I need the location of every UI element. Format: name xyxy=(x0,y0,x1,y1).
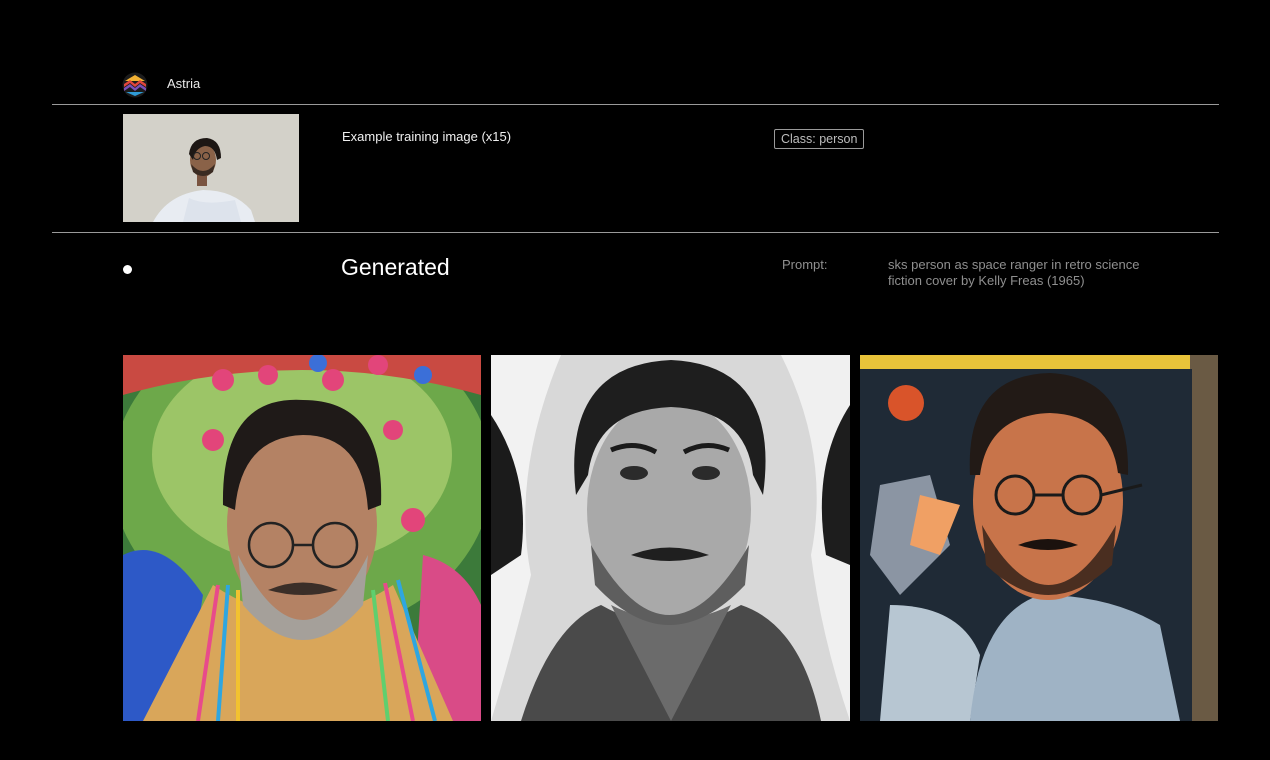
bullet-icon xyxy=(123,265,132,274)
prompt-label: Prompt: xyxy=(782,257,828,272)
class-badge: Class: person xyxy=(774,129,865,149)
generated-title: Generated xyxy=(341,254,450,280)
training-image-label: Example training image (x15) xyxy=(342,129,512,144)
training-image-thumbnail[interactable] xyxy=(123,114,299,222)
generated-image-colorful[interactable] xyxy=(123,355,481,721)
brand-name[interactable]: Astria xyxy=(167,76,200,91)
generated-image-retro-cover[interactable] xyxy=(860,355,1218,721)
generated-image-monochrome[interactable] xyxy=(491,355,850,721)
astria-logo-icon[interactable] xyxy=(122,72,148,98)
prompt-text: sks person as space ranger in retro scie… xyxy=(888,257,1140,288)
section-divider xyxy=(52,232,1219,233)
header-divider xyxy=(52,104,1219,105)
